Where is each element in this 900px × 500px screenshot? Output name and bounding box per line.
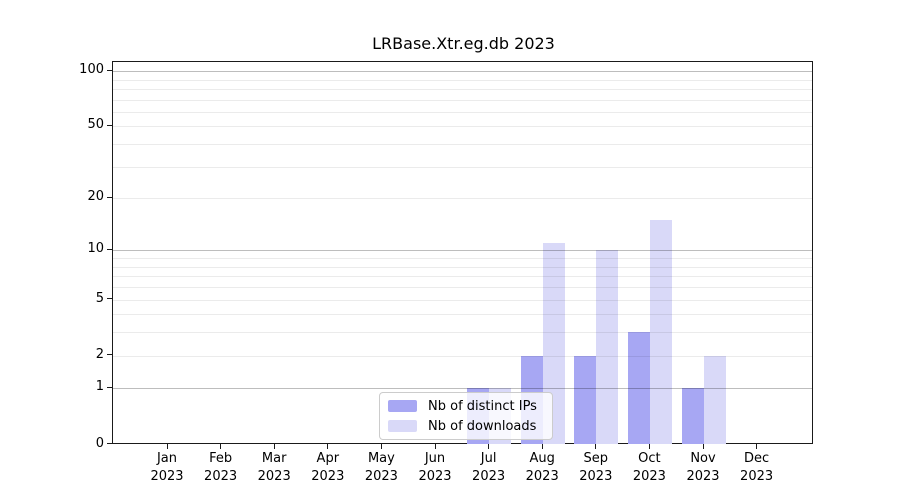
y-tick-label: 20 <box>0 188 104 206</box>
legend-item-distinct-ips: Nb of distinct IPs <box>388 398 544 415</box>
x-tick <box>756 444 757 449</box>
download-stats-chart: LRBase.Xtr.eg.db 2023 0125102050100Jan 2… <box>0 0 900 500</box>
gridline-minor <box>113 198 812 199</box>
x-tick <box>703 444 704 449</box>
gridline-minor <box>113 267 812 268</box>
y-tick <box>107 70 112 71</box>
gridline-minor <box>113 126 812 127</box>
y-tick-label: 100 <box>0 61 104 79</box>
y-tick-label: 5 <box>0 290 104 308</box>
x-tick <box>488 444 489 449</box>
gridline-minor <box>113 332 812 333</box>
y-tick <box>107 249 112 250</box>
gridline-minor <box>113 80 812 81</box>
y-tick <box>107 125 112 126</box>
legend-swatch-downloads <box>388 420 417 432</box>
x-tick <box>542 444 543 449</box>
gridline-minor <box>113 314 812 315</box>
gridline-minor <box>113 356 812 357</box>
gridline-major <box>113 388 812 389</box>
y-tick-label: 10 <box>0 240 104 258</box>
y-tick <box>107 387 112 388</box>
y-tick <box>107 298 112 299</box>
legend: Nb of distinct IPs Nb of downloads <box>379 392 553 440</box>
legend-label-distinct-ips: Nb of distinct IPs <box>428 399 537 414</box>
legend-label-downloads: Nb of downloads <box>428 419 536 434</box>
y-tick <box>107 443 112 444</box>
y-tick-label: 2 <box>0 346 104 364</box>
y-tick-label: 0 <box>0 435 104 453</box>
gridline-minor <box>113 276 812 277</box>
x-tick <box>327 444 328 449</box>
gridline-major <box>113 71 812 72</box>
chart-title: LRBase.Xtr.eg.db 2023 <box>113 34 814 53</box>
y-tick-label: 1 <box>0 378 104 396</box>
x-tick <box>167 444 168 449</box>
y-tick-label: 50 <box>0 116 104 134</box>
gridline-minor <box>113 287 812 288</box>
y-tick <box>107 197 112 198</box>
gridline-minor <box>113 300 812 301</box>
gridlines-layer <box>113 62 812 443</box>
plot-area <box>112 61 813 444</box>
gridline-minor <box>113 167 812 168</box>
x-tick <box>274 444 275 449</box>
legend-swatch-distinct-ips <box>388 400 417 412</box>
gridline-minor <box>113 89 812 90</box>
gridline-major <box>113 250 812 251</box>
y-tick <box>107 354 112 355</box>
gridline-minor <box>113 112 812 113</box>
x-tick <box>435 444 436 449</box>
x-tick <box>649 444 650 449</box>
gridline-minor <box>113 258 812 259</box>
x-tick <box>595 444 596 449</box>
gridline-minor <box>113 100 812 101</box>
gridline-minor <box>113 144 812 145</box>
x-tick <box>220 444 221 449</box>
x-tick <box>381 444 382 449</box>
legend-item-downloads: Nb of downloads <box>388 418 544 435</box>
x-tick-label: Dec 2023 <box>717 450 797 485</box>
